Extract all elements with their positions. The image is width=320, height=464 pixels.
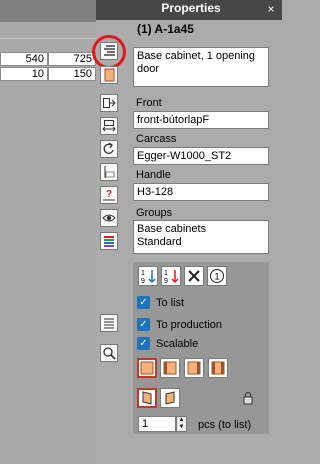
- door-style-3-button[interactable]: [184, 358, 204, 378]
- list-icon: [104, 318, 114, 329]
- highlight-ring: [92, 35, 126, 69]
- sort-ascending-button[interactable]: 1 9: [138, 266, 158, 286]
- svg-text:1: 1: [215, 272, 220, 282]
- visibility-button[interactable]: [100, 209, 118, 227]
- move-button[interactable]: [100, 94, 118, 112]
- lock-button[interactable]: [238, 388, 258, 408]
- divider: [0, 38, 96, 39]
- svg-text:1: 1: [141, 270, 145, 277]
- sort-ascending-icon: 1 9: [141, 270, 156, 284]
- align-button[interactable]: [100, 163, 118, 181]
- groups-label: Groups: [136, 207, 173, 219]
- scalable-label: Scalable: [156, 338, 199, 350]
- dim-cell[interactable]: 150: [48, 67, 96, 81]
- svg-text:9: 9: [141, 278, 145, 284]
- hinge-right-button[interactable]: [160, 388, 180, 408]
- quantity-input[interactable]: 1: [138, 416, 176, 432]
- door-full-icon: [140, 361, 154, 375]
- to-list-label: To list: [156, 297, 185, 309]
- dimension-question-icon: ?: [103, 189, 115, 201]
- search-button[interactable]: [100, 344, 118, 362]
- clear-button[interactable]: [184, 266, 204, 286]
- name-field[interactable]: Base cabinet, 1 opening door: [133, 47, 269, 87]
- resize-button[interactable]: [100, 117, 118, 135]
- door-style-4-button[interactable]: [208, 358, 228, 378]
- quantity-unit-label: pcs (to list): [198, 419, 252, 431]
- circled-one-icon: 1: [210, 269, 224, 283]
- color-swatch-icon: [104, 68, 115, 82]
- rotate-button[interactable]: [100, 140, 118, 158]
- svg-text:?: ?: [106, 189, 112, 200]
- options-panel: [133, 262, 269, 434]
- rotate-icon: [103, 142, 114, 154]
- carcass-field[interactable]: Egger-W1000_ST2: [133, 147, 269, 165]
- to-production-label: To production: [156, 319, 223, 331]
- eye-icon: [102, 214, 116, 222]
- move-icon: [103, 98, 116, 108]
- scalable-checkbox[interactable]: ✓: [137, 337, 150, 350]
- door-left-icon: [163, 361, 177, 375]
- lock-icon: [243, 392, 253, 405]
- dimension-check-button[interactable]: ?: [100, 186, 118, 204]
- handle-field[interactable]: H3-128: [133, 183, 269, 201]
- carcass-label: Carcass: [136, 133, 177, 145]
- dim-cell[interactable]: 540: [0, 52, 48, 66]
- x-icon: [188, 270, 200, 282]
- front-field[interactable]: front-bútorlapF: [133, 111, 269, 129]
- list-button[interactable]: [100, 314, 118, 332]
- layers-button[interactable]: [100, 232, 118, 250]
- resize-icon: [102, 120, 116, 132]
- dim-cell[interactable]: 725: [48, 52, 96, 66]
- object-title: (1) A-1a45: [137, 22, 194, 36]
- to-list-checkbox[interactable]: ✓: [137, 296, 150, 309]
- door-style-2-button[interactable]: [160, 358, 180, 378]
- layers-icon: [104, 236, 114, 247]
- groups-field[interactable]: Base cabinets Standard: [133, 220, 269, 254]
- sort-descending-button[interactable]: 1 9: [161, 266, 181, 286]
- to-production-checkbox[interactable]: ✓: [137, 318, 150, 331]
- number-one-button[interactable]: 1: [207, 266, 227, 286]
- door-hinge-left-icon: [142, 391, 152, 405]
- door-right-icon: [187, 361, 201, 375]
- close-button[interactable]: ×: [262, 0, 280, 18]
- door-style-1-button[interactable]: [137, 358, 157, 378]
- svg-text:1: 1: [164, 270, 168, 277]
- canvas-header: [0, 0, 96, 22]
- door-both-icon: [211, 361, 225, 375]
- quantity-stepper[interactable]: ▲ ▼: [176, 416, 187, 432]
- dim-cell[interactable]: 10: [0, 67, 48, 81]
- hinge-left-button[interactable]: [137, 388, 157, 408]
- door-hinge-right-icon: [165, 391, 175, 405]
- front-label: Front: [136, 97, 162, 109]
- magnifier-icon: [103, 347, 116, 360]
- color-button[interactable]: [100, 66, 118, 84]
- align-icon: [104, 166, 115, 178]
- svg-text:9: 9: [164, 278, 168, 284]
- sort-descending-icon: 1 9: [164, 270, 179, 284]
- panel-title: Properties: [161, 1, 221, 15]
- handle-label: Handle: [136, 169, 171, 181]
